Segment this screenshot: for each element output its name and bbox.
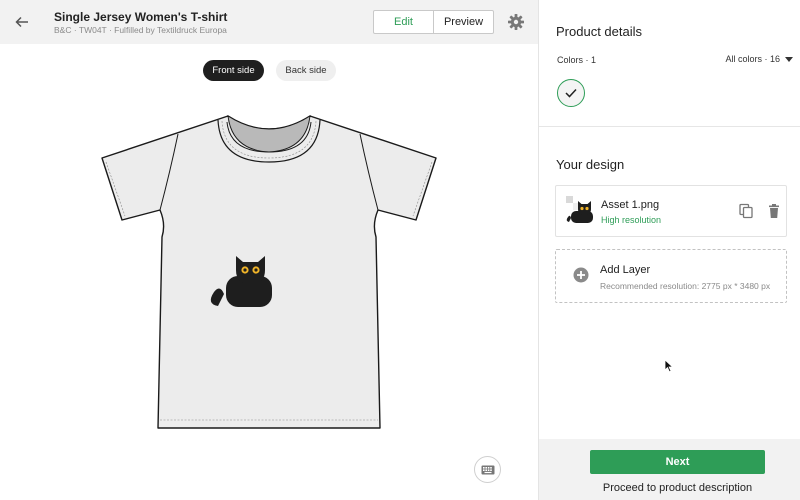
preview-button[interactable]: Preview (434, 11, 493, 33)
mouse-cursor-icon (664, 359, 674, 373)
next-button[interactable]: Next (590, 450, 765, 474)
divider (539, 126, 800, 127)
your-design-heading: Your design (556, 157, 625, 172)
copy-icon[interactable] (738, 203, 754, 219)
keyboard-shortcuts-button[interactable] (474, 456, 501, 483)
right-panel: Product details Colors · 1 All colors · … (538, 0, 800, 500)
resolution-status: High resolution (601, 215, 662, 225)
front-side-tab[interactable]: Front side (203, 60, 264, 81)
edit-button[interactable]: Edit (374, 11, 434, 33)
back-side-tab[interactable]: Back side (276, 60, 336, 81)
tshirt-body (101, 115, 437, 429)
all-colors-label: All colors · 16 (725, 54, 780, 64)
asset-name: Asset 1.png (601, 199, 660, 211)
asset-thumbnail (566, 196, 593, 223)
recommended-resolution: Recommended resolution: 2775 px * 3480 p… (600, 281, 771, 291)
product-title: Single Jersey Women's T-shirt (54, 10, 228, 24)
back-button[interactable] (10, 10, 34, 34)
chevron-down-icon (785, 56, 793, 62)
colors-count: Colors · 1 (557, 55, 597, 65)
gear-icon[interactable] (506, 12, 526, 32)
checkmark-icon (565, 88, 577, 98)
product-details-heading: Product details (556, 24, 642, 39)
design-layer-card[interactable]: Asset 1.png High resolution (555, 185, 787, 237)
add-layer-button[interactable]: Add Layer Recommended resolution: 2775 p… (555, 249, 787, 303)
proceed-caption: Proceed to product description (602, 482, 753, 494)
add-circle-icon (573, 267, 589, 283)
product-subtitle: B&C · TW04T · Fulfilled by Textildruck E… (54, 25, 227, 35)
trash-icon[interactable] (766, 203, 782, 219)
design-canvas-area: Single Jersey Women's T-shirt B&C · TW04… (0, 0, 538, 500)
color-swatch-selected[interactable] (557, 79, 585, 107)
arrow-left-icon (15, 16, 28, 28)
panel-footer: Next Proceed to product description (539, 439, 800, 500)
add-layer-title: Add Layer (600, 264, 651, 276)
top-bar: Single Jersey Women's T-shirt B&C · TW04… (0, 0, 538, 44)
all-colors-dropdown[interactable]: All colors · 16 (725, 54, 793, 64)
tshirt-mockup[interactable] (100, 112, 440, 434)
keyboard-icon (481, 465, 494, 474)
edit-preview-toggle: Edit Preview (373, 10, 494, 34)
